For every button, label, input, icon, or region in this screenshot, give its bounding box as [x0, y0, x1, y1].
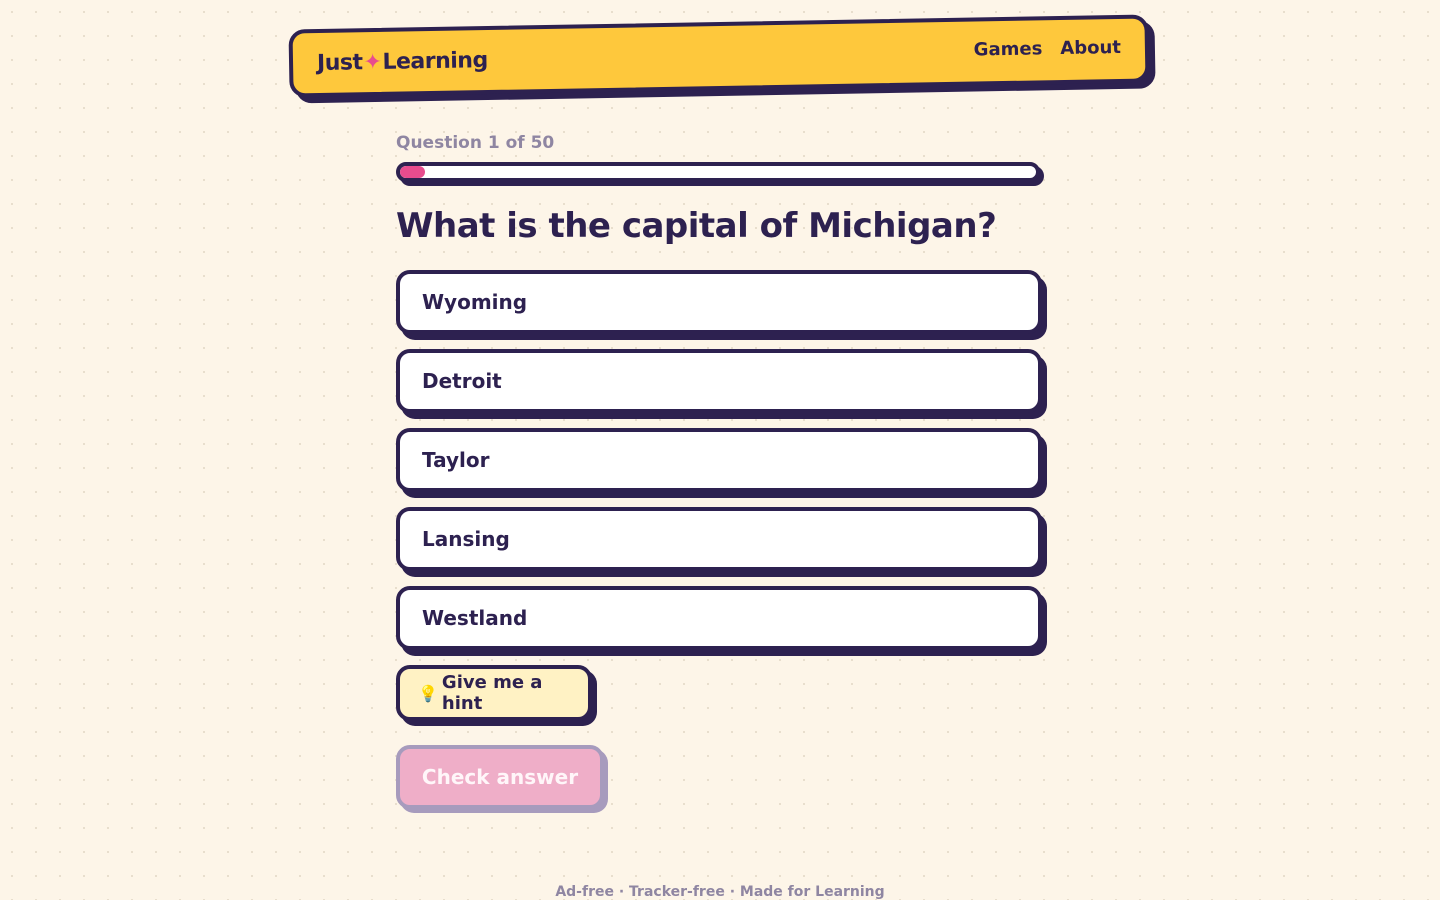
answer-option-wyoming[interactable]: Wyoming	[396, 270, 1042, 334]
question-text: What is the capital of Michigan?	[396, 206, 997, 246]
footer-tagline: Ad-free · Tracker-free · Made for Learni…	[555, 884, 885, 900]
sparkle-icon: ✦	[363, 49, 382, 76]
answer-option-detroit[interactable]: Detroit	[396, 349, 1042, 413]
progress-bar-fill	[400, 166, 426, 178]
main-nav: Games About	[974, 37, 1122, 61]
answer-option-taylor[interactable]: Taylor	[396, 428, 1042, 492]
hint-button-label: Give me a hint	[441, 672, 543, 714]
lightbulb-icon: 💡	[418, 683, 438, 703]
site-header: Just✦Learning Games About	[288, 14, 1150, 98]
answer-option-westland[interactable]: Westland	[396, 586, 1042, 650]
check-answer-button[interactable]: Check answer	[396, 745, 604, 809]
logo-text-learning: Learning	[382, 48, 488, 75]
progress-bar	[396, 162, 1040, 182]
progress-label: Question 1 of 50	[396, 133, 555, 153]
logo-text-just: Just	[316, 50, 363, 77]
nav-link-games[interactable]: Games	[974, 38, 1043, 60]
quiz-container: Question 1 of 50 What is the capital of …	[396, 132, 1046, 809]
answer-option-lansing[interactable]: Lansing	[396, 507, 1042, 571]
hint-button[interactable]: 💡 Give me a hint	[396, 665, 592, 721]
site-logo[interactable]: Just✦Learning	[317, 48, 488, 76]
nav-link-about[interactable]: About	[1060, 37, 1121, 59]
